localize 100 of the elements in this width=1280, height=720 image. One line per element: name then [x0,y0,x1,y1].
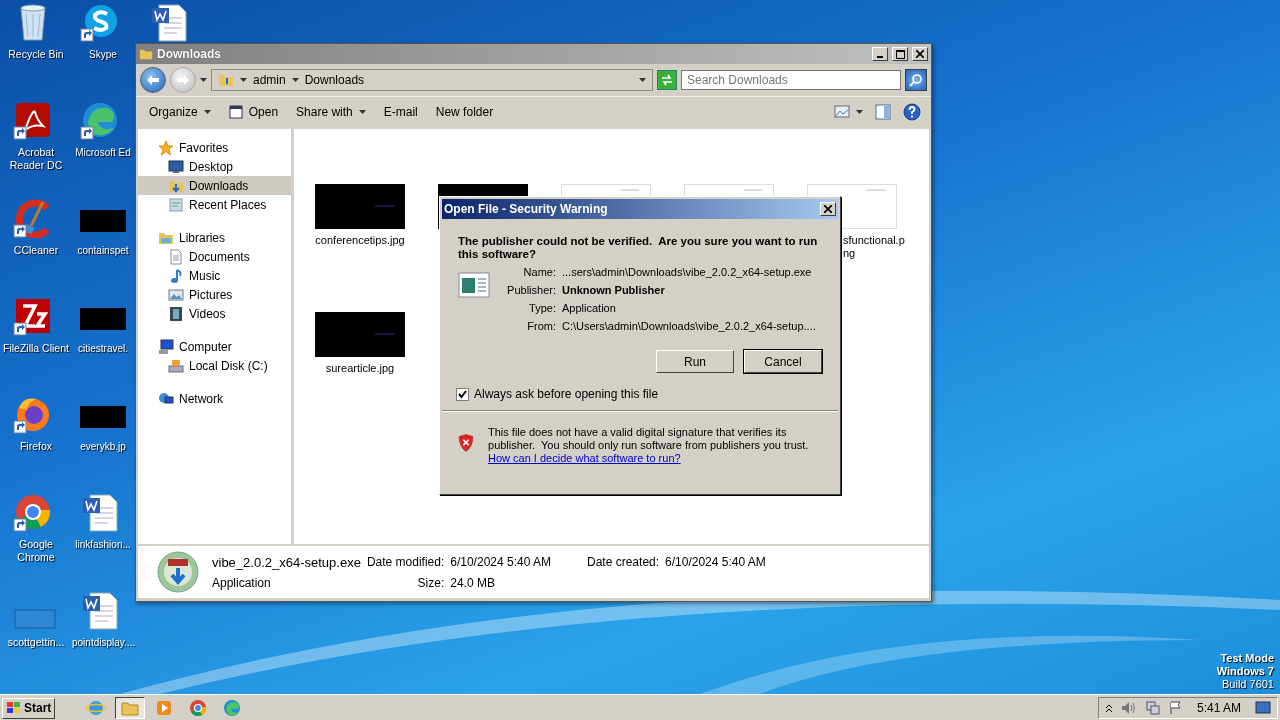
file-item[interactable]: conferencetips.jpg [314,184,406,312]
nav-item[interactable]: Libraries [138,228,291,247]
nav-item[interactable]: Recent Places [138,195,291,214]
field-value: 6/10/2024 5:40 AM [665,555,766,569]
field-value: Application [562,302,617,314]
icon-label: pointdisplay.... [72,636,134,649]
search-field[interactable]: Search Downloads [681,70,901,90]
close-icon [916,50,924,58]
breadcrumb-item[interactable]: Downloads [304,73,365,87]
toolbar-button[interactable]: New folder [428,102,501,122]
program-icon [458,272,490,298]
close-button[interactable] [820,202,836,216]
caret-icon [856,110,863,114]
app-icon [86,698,107,718]
nav-item[interactable]: Videos [138,304,291,323]
taskbar-app[interactable] [115,697,146,719]
icon-label: FileZilla Client [2,342,70,355]
monitor-icon [168,158,184,175]
field-label: Type: [528,302,556,314]
back-button[interactable] [140,67,166,93]
help-link[interactable]: How can I decide what software to run? [488,452,820,465]
warning-text: This file does not have a valid digital signature that verifies its publisher. You should only run software from publishers you trust. [488,426,810,452]
icon-label: linkfashion... [74,538,132,551]
breadcrumb-item[interactable]: admin [253,73,286,87]
start-button[interactable]: Start [2,697,56,719]
flag-icon[interactable] [1168,701,1183,715]
search-button[interactable] [905,69,927,91]
document-icon [168,248,184,265]
warning-heading: The publisher could not be verified. Are you sure you want to run this software? [458,235,819,261]
nav-item[interactable]: Documents [138,247,291,266]
icon-label: Google Chrome [16,538,56,564]
dialog-button[interactable]: Cancel [744,350,822,373]
network-icon[interactable] [1144,701,1161,715]
nav-item[interactable]: Local Disk (C:) [138,356,291,375]
nav-item[interactable]: Downloads [138,176,291,195]
nav-item[interactable]: Desktop [138,157,291,176]
field-label: Date created: [586,555,660,569]
icon-label: Microsoft Ed [74,146,132,159]
monitor-icon [158,338,174,355]
close-button[interactable] [912,47,928,61]
icon-label: scottgettin... [6,636,66,649]
nav-item[interactable]: Music [138,266,291,285]
field-label: Date modified: [366,555,445,569]
checkbox[interactable] [456,387,469,401]
field-value: 24.0 MB [450,575,496,590]
nav-item[interactable]: Favorites [138,138,291,157]
caret-icon [639,78,646,82]
folder-icon [218,72,234,88]
dialog-button[interactable]: Run [656,350,734,373]
icon-label: CCleaner [12,244,60,257]
nav-item[interactable]: Network [138,389,291,408]
toolbar-button[interactable]: Open [221,102,286,122]
field-label: From: [526,320,556,332]
icon-label: Skype [88,48,118,61]
image-icon [168,286,184,303]
field-value: C:\Users\admin\Downloads\vibe_2.0.2_x64-setup.... [562,320,816,332]
caret-icon [291,78,299,82]
address-bar[interactable]: admin Downloads [211,69,653,91]
field-value: Unknown Publisher [562,284,666,296]
test-mode-text: Test Mode [1220,652,1274,665]
icon-label: citiestravel. [77,342,129,355]
chevron-icon[interactable] [1104,703,1113,713]
maximize-icon [895,49,905,59]
clock[interactable]: 5:41 AM [1190,701,1247,715]
file-name: vibe_2.0.2_x64-setup.exe [212,554,361,570]
caret-icon [240,78,247,82]
caret-icon [200,78,207,82]
refresh-button[interactable] [657,70,677,90]
show-desktop-icon[interactable] [1255,701,1271,715]
minimize-button[interactable] [872,47,888,61]
maximize-button[interactable] [892,47,908,61]
installer-icon [156,550,200,594]
icon-label: everykb.jp [79,440,127,453]
close-icon [824,205,832,213]
toolbar-button[interactable]: Organize [142,102,218,122]
help-icon [903,103,921,121]
toolbar-button[interactable]: Share with [289,102,373,122]
field-value: 6/10/2024 5:40 AM [450,555,551,569]
toolbar-button[interactable]: E-mail [376,102,425,122]
test-mode-text: Windows 7 [1216,665,1274,678]
nav-item[interactable]: Computer [138,337,291,356]
test-mode-text: Build 7601 [1222,678,1274,691]
folder-icon [139,47,153,61]
window-title: Downloads [157,47,222,61]
window-icon [228,105,243,119]
arrow-icon [146,74,160,86]
refresh-icon [660,74,674,86]
checkbox-label: Always ask before opening this file [474,387,659,401]
nav-item[interactable]: Pictures [138,285,291,304]
field-label: Size: [417,575,445,590]
speaker-icon[interactable] [1120,701,1137,715]
field-label: Name: [522,266,556,278]
drive-icon [168,357,184,374]
icon-label: Recycle Bin [7,48,65,61]
note-icon [168,267,184,284]
file-item[interactable]: surearticle.jpg [314,312,406,440]
globe-icon [158,390,174,407]
arrow-icon [176,74,190,86]
field-label: Publisher: [506,284,556,296]
file-type: Application [212,575,272,590]
